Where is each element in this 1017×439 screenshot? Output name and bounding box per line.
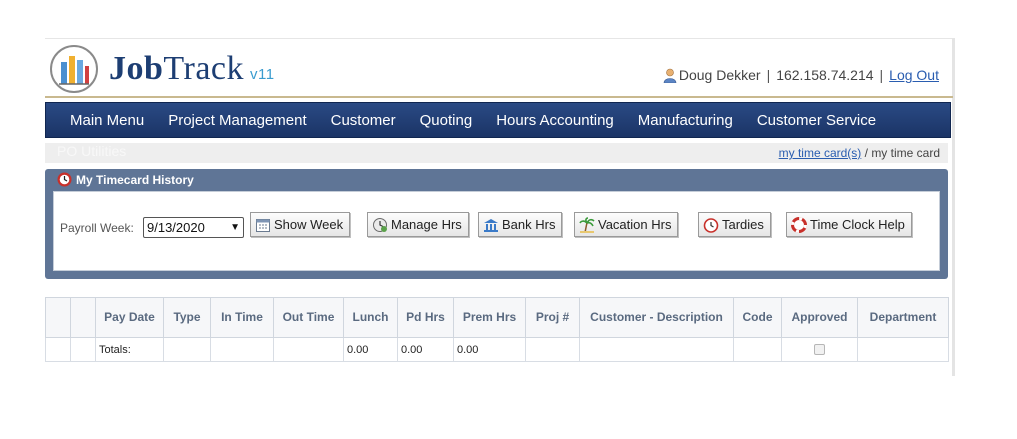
nav-customer[interactable]: Customer — [319, 112, 408, 129]
column-header-proj[interactable]: Proj # — [525, 297, 580, 338]
column-header-type[interactable]: Type — [163, 297, 211, 338]
totals-row: Totals: 0.00 0.00 0.00 — [45, 337, 949, 362]
table-cell — [70, 337, 96, 362]
time-clock-help-label: Time Clock Help — [810, 217, 905, 232]
payroll-week-value: 9/13/2020 — [147, 220, 205, 235]
tardies-button[interactable]: Tardies — [698, 212, 771, 237]
totals-lunch: 0.00 — [343, 337, 398, 362]
column-header-pay-date[interactable]: Pay Date — [95, 297, 164, 338]
main-nav: Main Menu Project Management Customer Qu… — [45, 102, 951, 138]
panel-body: Payroll Week: 9/13/2020 ▼ Show Week Mana… — [53, 191, 940, 271]
clock-settings-icon — [373, 217, 387, 232]
ghost-label: PO Utilities — [57, 143, 127, 159]
timecard-table: Pay Date Type In Time Out Time Lunch Pd … — [45, 297, 949, 362]
user-icon — [663, 68, 677, 83]
separator: | — [766, 67, 771, 83]
bank-hrs-button[interactable]: Bank Hrs — [478, 212, 563, 237]
approved-cell — [781, 337, 858, 362]
alarm-clock-icon — [703, 217, 719, 233]
table-cell — [45, 337, 71, 362]
user-name: Doug Dekker — [678, 67, 761, 83]
manage-hrs-button[interactable]: Manage Hrs — [367, 212, 469, 237]
app-header: JobTrack v11 Doug Dekker | 162.158.74.214… — [45, 40, 953, 98]
totals-pd-hrs: 0.00 — [397, 337, 454, 362]
user-info: Doug Dekker | 162.158.74.214 | Log Out — [663, 67, 939, 83]
column-header-department[interactable]: Department — [857, 297, 949, 338]
column-header-out-time[interactable]: Out Time — [273, 297, 344, 338]
show-week-label: Show Week — [274, 217, 344, 232]
panel-title: My Timecard History — [57, 172, 194, 187]
timecard-history-panel: My Timecard History Payroll Week: 9/13/2… — [45, 169, 948, 279]
palm-tree-icon — [579, 216, 595, 233]
table-cell — [273, 337, 344, 362]
column-header-lunch[interactable]: Lunch — [343, 297, 398, 338]
tardies-label: Tardies — [722, 217, 764, 232]
app-version: v11 — [250, 66, 275, 83]
table-cell — [579, 337, 734, 362]
logo-track: Track — [163, 50, 244, 87]
table-cell — [163, 337, 211, 362]
column-header-code[interactable]: Code — [733, 297, 782, 338]
table-header-row: Pay Date Type In Time Out Time Lunch Pd … — [45, 297, 949, 338]
time-clock-help-button[interactable]: Time Clock Help — [786, 212, 912, 237]
totals-label: Totals: — [95, 337, 164, 362]
ip-address: 162.158.74.214 — [776, 67, 874, 83]
column-header-in-time[interactable]: In Time — [210, 297, 274, 338]
column-header — [45, 297, 71, 338]
nav-manufacturing[interactable]: Manufacturing — [626, 112, 745, 129]
column-header-pd-hrs[interactable]: Pd Hrs — [397, 297, 454, 338]
breadcrumb-my-time-cards-link[interactable]: my time card(s) — [779, 146, 862, 160]
nav-hours-accounting[interactable]: Hours Accounting — [484, 112, 626, 129]
nav-quoting[interactable]: Quoting — [408, 112, 485, 129]
logo-job: Job — [109, 50, 164, 87]
app-logo-text: JobTrack v11 — [109, 50, 275, 88]
table-cell — [210, 337, 274, 362]
chevron-down-icon: ▼ — [230, 222, 240, 233]
panel-title-text: My Timecard History — [76, 172, 194, 187]
calendar-icon — [256, 218, 270, 232]
help-lifebuoy-icon — [791, 216, 807, 233]
vacation-hrs-label: Vacation Hrs — [598, 217, 672, 232]
breadcrumb-bar: PO Utilities my time card(s) / my time c… — [45, 143, 948, 163]
bank-hrs-label: Bank Hrs — [502, 217, 556, 232]
table-cell — [525, 337, 580, 362]
totals-prem-hrs: 0.00 — [453, 337, 526, 362]
jobtrack-logo-icon — [50, 45, 98, 93]
manage-hrs-label: Manage Hrs — [391, 217, 462, 232]
vacation-hrs-button[interactable]: Vacation Hrs — [574, 212, 679, 237]
logout-link[interactable]: Log Out — [889, 67, 939, 83]
clock-icon — [57, 172, 72, 187]
payroll-week-select[interactable]: 9/13/2020 ▼ — [143, 217, 244, 238]
table-cell — [857, 337, 949, 362]
nav-project-management[interactable]: Project Management — [156, 112, 318, 129]
column-header-customer-description[interactable]: Customer - Description — [579, 297, 734, 338]
show-week-button[interactable]: Show Week — [250, 212, 351, 237]
payroll-week-label: Payroll Week: — [60, 221, 134, 235]
column-header — [70, 297, 96, 338]
breadcrumb-separator: / — [861, 146, 872, 160]
nav-main-menu[interactable]: Main Menu — [46, 112, 156, 129]
column-header-prem-hrs[interactable]: Prem Hrs — [453, 297, 526, 338]
separator: | — [879, 67, 884, 83]
breadcrumb: my time card(s) / my time card — [779, 146, 940, 160]
nav-customer-service[interactable]: Customer Service — [745, 112, 888, 129]
column-header-approved[interactable]: Approved — [781, 297, 858, 338]
approved-checkbox[interactable] — [814, 344, 825, 355]
breadcrumb-current: my time card — [871, 146, 940, 160]
bank-icon — [484, 218, 498, 232]
table-cell — [733, 337, 782, 362]
